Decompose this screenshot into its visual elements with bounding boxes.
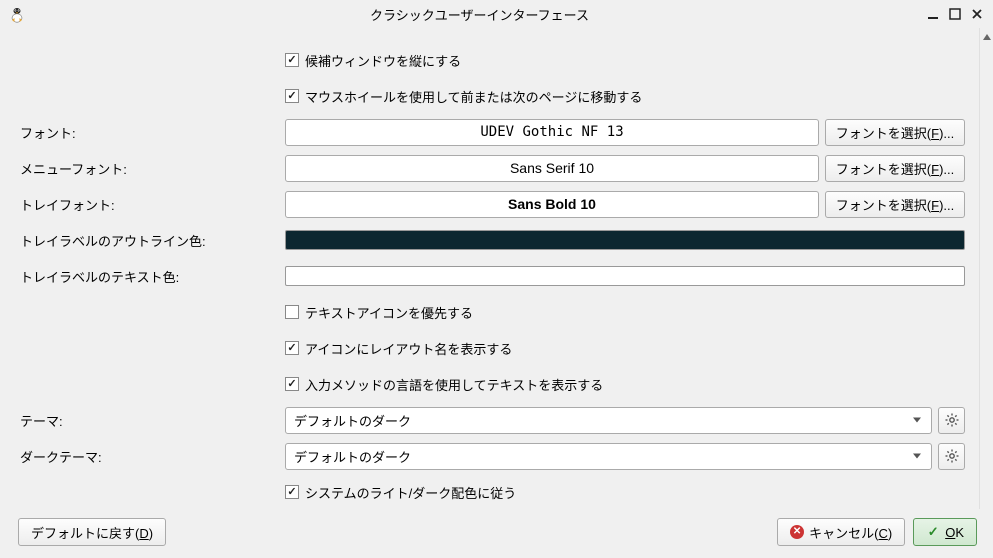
maximize-button[interactable] (947, 6, 963, 22)
cancel-icon: ✕ (790, 525, 804, 539)
follow-system-theme-checkbox-row: システムのライト/ダーク配色に従う (285, 483, 516, 502)
window-controls (925, 6, 985, 22)
titlebar: クラシックユーザーインターフェース (0, 0, 993, 28)
show-layout-name-checkbox[interactable] (285, 341, 299, 355)
dark-theme-select-value: デフォルトのダーク (294, 447, 411, 466)
wheel-paging-checkbox-row: マウスホイールを使用して前または次のページに移動する (285, 87, 642, 106)
theme-settings-button[interactable] (938, 407, 965, 434)
tray-text-color-picker[interactable] (285, 266, 965, 286)
font-select-button[interactable]: フォントを選択(F)... (825, 119, 965, 146)
ok-icon: ✓ (926, 525, 940, 539)
prefer-text-icon-label: テキストアイコンを優先する (305, 303, 473, 322)
font-display[interactable]: UDEV Gothic NF 13 (285, 119, 819, 146)
close-button[interactable] (969, 6, 985, 22)
prefer-text-icon-checkbox-row: テキストアイコンを優先する (285, 303, 473, 322)
menu-font-select-button[interactable]: フォントを選択(F)... (825, 155, 965, 182)
tray-outline-color-picker[interactable] (285, 230, 965, 250)
minimize-button[interactable] (925, 6, 941, 22)
wheel-paging-label: マウスホイールを使用して前または次のページに移動する (305, 87, 642, 106)
prefer-text-icon-checkbox[interactable] (285, 305, 299, 319)
app-icon (8, 5, 26, 23)
dark-theme-select[interactable]: デフォルトのダーク (285, 443, 932, 470)
theme-label: テーマ: (20, 411, 285, 430)
tray-text-color-label: トレイラベルのテキスト色: (20, 267, 285, 286)
use-im-language-label: 入力メソッドの言語を使用してテキストを表示する (305, 375, 603, 394)
dark-theme-label: ダークテーマ: (20, 447, 285, 466)
vertical-candidate-checkbox-row: 候補ウィンドウを縦にする (285, 51, 461, 70)
reset-default-button[interactable]: デフォルトに戻す(D) (18, 518, 166, 546)
wheel-paging-checkbox[interactable] (285, 89, 299, 103)
follow-system-theme-label: システムのライト/ダーク配色に従う (305, 483, 516, 502)
ok-button[interactable]: ✓ OK (913, 518, 977, 546)
follow-system-theme-checkbox[interactable] (285, 485, 299, 499)
font-label: フォント: (20, 123, 285, 142)
scrollbar[interactable] (979, 28, 993, 509)
cancel-button[interactable]: ✕ キャンセル(C) (777, 518, 905, 546)
vertical-candidate-label: 候補ウィンドウを縦にする (305, 51, 461, 70)
footer: デフォルトに戻す(D) ✕ キャンセル(C) ✓ OK (0, 509, 993, 558)
menu-font-display[interactable]: Sans Serif 10 (285, 155, 819, 182)
gear-icon (944, 412, 960, 428)
theme-select[interactable]: デフォルトのダーク (285, 407, 932, 434)
gear-icon (944, 448, 960, 464)
tray-outline-color-label: トレイラベルのアウトライン色: (20, 231, 285, 250)
menu-font-label: メニューフォント: (20, 159, 285, 178)
tray-font-select-button[interactable]: フォントを選択(F)... (825, 191, 965, 218)
show-layout-name-label: アイコンにレイアウト名を表示する (305, 339, 512, 358)
use-im-language-checkbox[interactable] (285, 377, 299, 391)
scrollbar-up-arrow-icon[interactable] (983, 34, 991, 40)
dark-theme-settings-button[interactable] (938, 443, 965, 470)
show-layout-name-checkbox-row: アイコンにレイアウト名を表示する (285, 339, 512, 358)
theme-select-value: デフォルトのダーク (294, 411, 411, 430)
window-title: クラシックユーザーインターフェース (34, 5, 925, 24)
vertical-candidate-checkbox[interactable] (285, 53, 299, 67)
content-area: 候補ウィンドウを縦にする マウスホイールを使用して前または次のページに移動する … (0, 28, 979, 509)
tray-font-display[interactable]: Sans Bold 10 (285, 191, 819, 218)
tray-font-label: トレイフォント: (20, 195, 285, 214)
use-im-language-checkbox-row: 入力メソッドの言語を使用してテキストを表示する (285, 375, 603, 394)
